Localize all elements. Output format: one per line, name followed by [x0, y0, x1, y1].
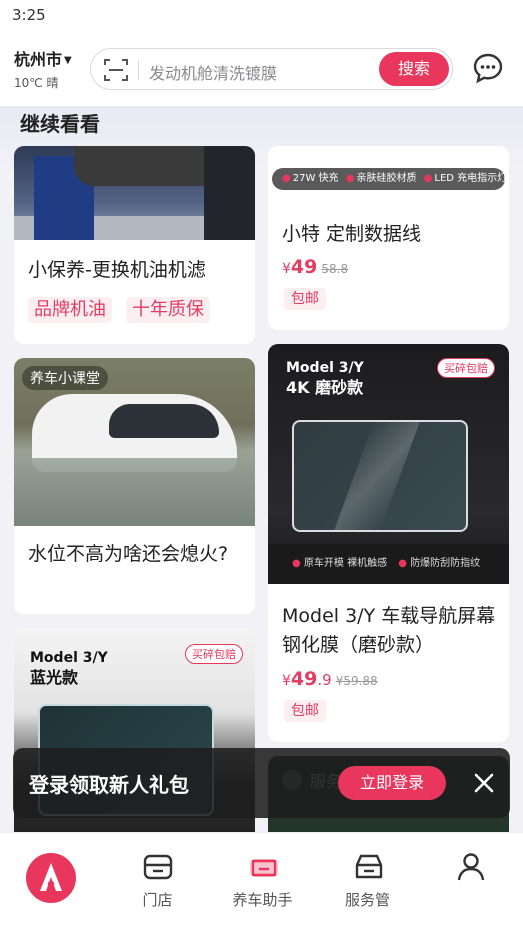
tab-bar: 门店 养车助手 服务管	[0, 832, 523, 930]
garage-image	[14, 146, 255, 240]
card-title: 小特 定制数据线	[282, 223, 422, 245]
status-time: 3:25	[12, 6, 46, 24]
login-banner[interactable]: 登录领取新人礼包 立即登录	[13, 748, 510, 818]
free-shipping-badge: 包邮	[284, 700, 326, 722]
city-name: 杭州市	[14, 50, 63, 69]
search-divider	[138, 60, 139, 80]
flood-car-image: 养车小课堂	[14, 358, 255, 526]
search-input[interactable]: 发动机舱清洗镀膜	[149, 60, 277, 84]
tag: 品牌机油	[28, 297, 112, 323]
guarantee-badge: 买碎包赔	[437, 358, 495, 378]
tab-home[interactable]	[0, 833, 105, 930]
tab-profile[interactable]	[418, 833, 523, 930]
home-logo-icon	[26, 853, 76, 903]
card-title: 小保养-更换机油机滤	[28, 259, 206, 281]
tag: 十年质保	[126, 297, 210, 323]
screen-film-image: Model 3/Y 4K 磨砂款 买碎包赔 ● 原车开模 裸机触感 ● 防爆防刮防…	[268, 344, 509, 584]
model-name: Model 3/Y	[286, 360, 364, 376]
tab-car-assistant[interactable]: 养车助手	[210, 833, 315, 930]
search-button[interactable]: 搜索	[379, 52, 449, 86]
store-icon	[143, 854, 173, 880]
model-variant: 4K 磨砂款	[286, 378, 364, 397]
section-title: 继续看看	[20, 108, 100, 137]
profile-icon	[457, 853, 485, 881]
car-service-icon	[355, 854, 383, 879]
screen-panel	[292, 420, 468, 532]
tab-label: 门店	[142, 891, 173, 909]
price: ¥49.9 ¥59.88	[282, 668, 378, 690]
category-label: 养车小课堂	[22, 366, 108, 390]
model-variant: 蓝光款	[30, 668, 79, 687]
caret-down-icon: ▼	[64, 55, 72, 66]
product-card-data-cable[interactable]: ● 27W 快充 ● 亲肤硅胶材质 ● LED 充电指示灯 小特 定制数据线 ¥49 5…	[268, 146, 509, 330]
price: ¥49 58.8	[282, 256, 349, 278]
card-title: Model 3/Y 车载导航屏幕钢化膜（磨砂款）	[282, 605, 496, 656]
tab-label: 服务管	[344, 891, 390, 909]
free-shipping-badge: 包邮	[284, 288, 326, 310]
article-card-flood[interactable]: 养车小课堂 水位不高为啥还会熄火?	[14, 358, 255, 614]
feature-strip: ● 原车开模 裸机触感 ● 防爆防刮防指纹	[268, 544, 509, 584]
product-card-screen-film-matte[interactable]: Model 3/Y 4K 磨砂款 买碎包赔 ● 原车开模 裸机触感 ● 防爆防刮防…	[268, 344, 509, 742]
weather-text: 10℃ 晴	[14, 76, 59, 90]
feature-strip: ● 27W 快充 ● 亲肤硅胶材质 ● LED 充电指示灯	[272, 168, 505, 190]
login-banner-text: 登录领取新人礼包	[29, 773, 189, 797]
guarantee-badge: 买碎包赔	[185, 644, 243, 664]
scan-icon[interactable]	[103, 57, 129, 83]
header: 杭州市 ▼ 10℃ 晴 发动机舱清洗镀膜 搜索	[0, 30, 523, 106]
card-title: 水位不高为啥还会熄火?	[28, 543, 229, 565]
search-bar[interactable]: 发动机舱清洗镀膜 搜索	[90, 48, 453, 90]
city-selector[interactable]: 杭州市 ▼	[14, 46, 72, 70]
feed[interactable]: 继续看看 小保养-更换机油机滤 品牌机油 十年质保 ● 27W 快充 ● 亲肤硅胶材…	[0, 106, 523, 832]
login-button[interactable]: 立即登录	[338, 766, 446, 800]
car-assistant-icon	[250, 859, 278, 877]
service-card-oil-change[interactable]: 小保养-更换机油机滤 品牌机油 十年质保	[14, 146, 255, 344]
tab-store[interactable]: 门店	[105, 833, 210, 930]
tab-service[interactable]: 服务管	[315, 833, 420, 930]
model-name: Model 3/Y	[30, 650, 108, 666]
tab-label: 养车助手	[232, 891, 293, 909]
status-bar: 3:25	[0, 0, 523, 30]
close-icon[interactable]	[471, 770, 497, 796]
message-icon[interactable]	[472, 52, 504, 84]
